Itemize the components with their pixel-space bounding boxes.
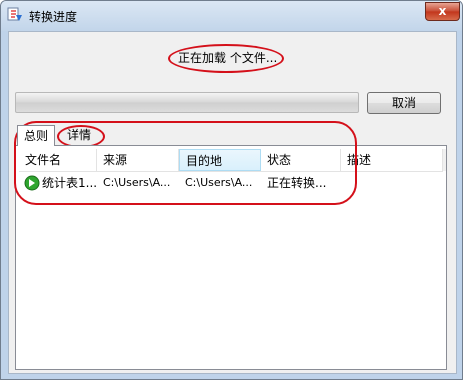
cell-file-name: 统计表1... bbox=[42, 176, 98, 190]
app-icon bbox=[7, 7, 22, 21]
tab-panel: 文件名 来源 目的地 状态 描述 统计表1... C:\Users\A... C… bbox=[15, 145, 447, 370]
tab-general[interactable]: 总则 bbox=[17, 125, 55, 146]
table-header: 文件名 来源 目的地 状态 描述 bbox=[19, 149, 443, 172]
column-source[interactable]: 来源 bbox=[97, 149, 179, 171]
cell-source: C:\Users\A... bbox=[103, 176, 171, 189]
loading-status-text: 正在加载 个文件... bbox=[178, 51, 278, 65]
cancel-button[interactable]: 取消 bbox=[367, 92, 441, 114]
column-status[interactable]: 状态 bbox=[261, 149, 341, 171]
header-scroll-filler bbox=[443, 149, 446, 171]
convert-icon bbox=[24, 175, 40, 191]
column-destination[interactable]: 目的地 bbox=[179, 149, 261, 171]
cell-status: 正在转换... bbox=[267, 176, 327, 190]
window-title: 转换进度 bbox=[29, 10, 78, 24]
column-file-name[interactable]: 文件名 bbox=[19, 149, 97, 171]
cell-destination: C:\Users\A... bbox=[185, 176, 253, 189]
table-row[interactable]: 统计表1... C:\Users\A... C:\Users\A... 正在转换… bbox=[19, 173, 443, 193]
tab-details[interactable]: 详情 bbox=[58, 125, 100, 145]
column-description[interactable]: 描述 bbox=[341, 149, 443, 171]
cell-description bbox=[347, 173, 437, 193]
title-bar[interactable]: 转换进度 x bbox=[1, 1, 462, 31]
close-button[interactable]: x bbox=[425, 2, 460, 21]
progress-bar bbox=[15, 92, 359, 113]
